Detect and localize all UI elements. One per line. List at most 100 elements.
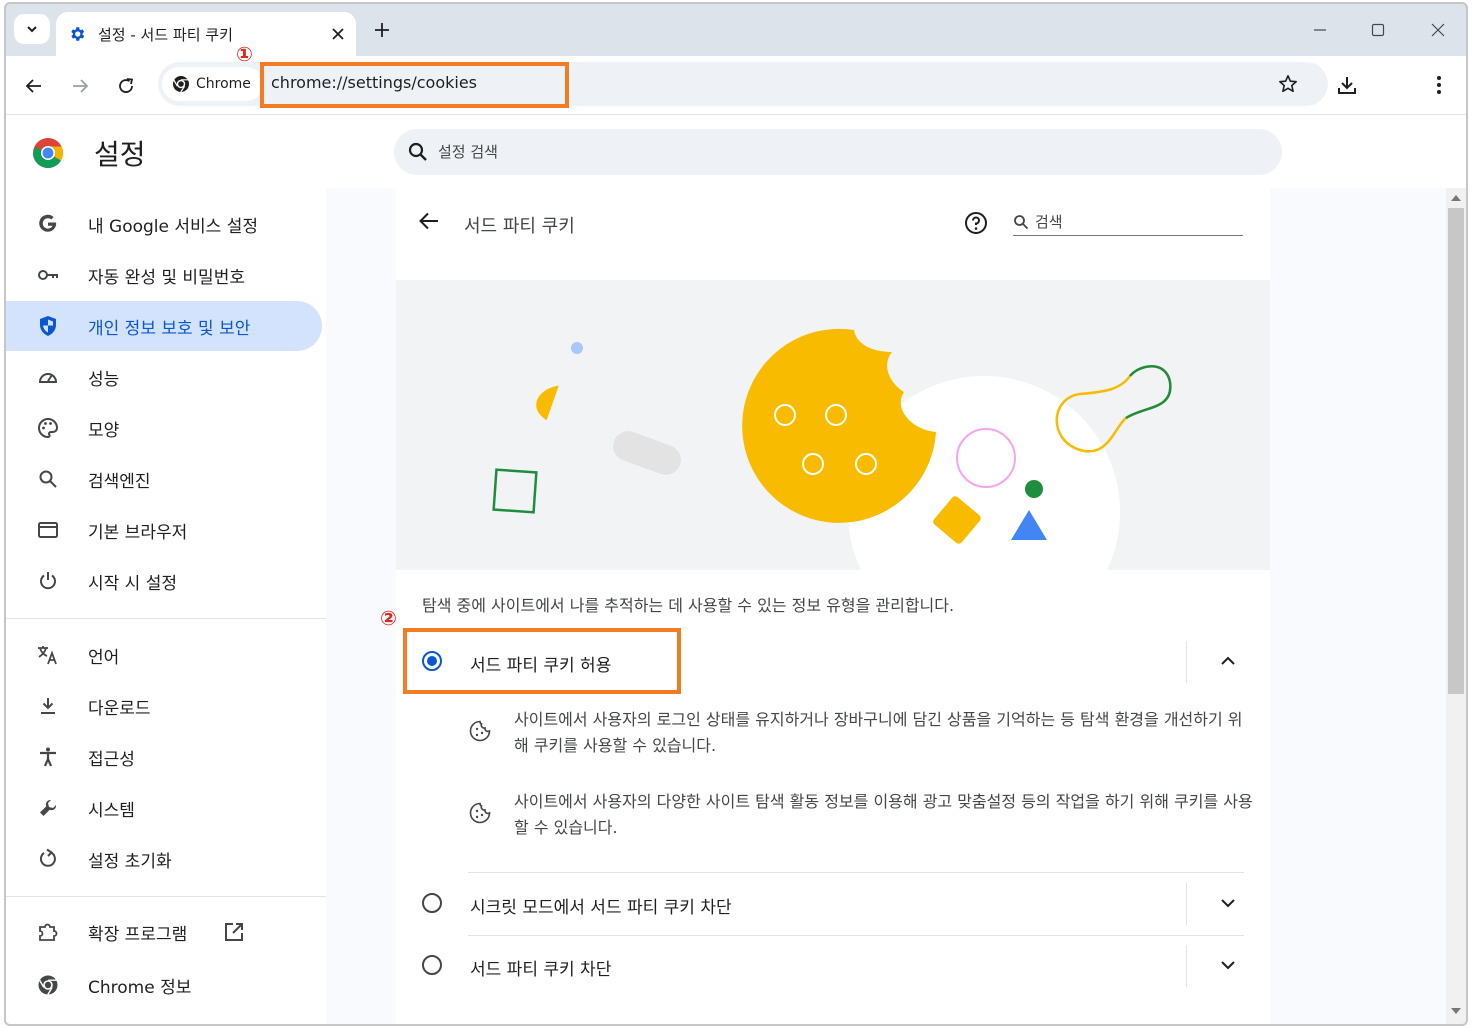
- detail-text: 사이트에서 사용자의 로그인 상태를 유지하거나 장바구니에 담긴 상품을 기억…: [514, 710, 1243, 755]
- sidebar-item-label: 시작 시 설정: [88, 573, 178, 594]
- sidebar-item-label: 내 Google 서비스 설정: [88, 216, 258, 237]
- scroll-up-arrow[interactable]: [1451, 195, 1461, 201]
- subpage-search-field[interactable]: 검색: [1013, 208, 1243, 236]
- star-icon: [1279, 75, 1297, 93]
- minimize-icon: [1314, 29, 1326, 31]
- sidebar-item-label: 성능: [88, 369, 120, 390]
- back-button[interactable]: [18, 70, 50, 102]
- chevron-down-icon[interactable]: [1218, 955, 1238, 975]
- close-icon[interactable]: [332, 28, 344, 40]
- option-label: 서드 파티 쿠키 차단: [470, 960, 612, 980]
- sidebar-item-reset[interactable]: 설정 초기화: [6, 834, 322, 884]
- forward-button[interactable]: [64, 70, 96, 102]
- sidebar-item-appearance[interactable]: 모양: [6, 403, 322, 453]
- chevron-down-icon[interactable]: [1218, 893, 1238, 913]
- page-scrollbar[interactable]: [1446, 188, 1466, 1024]
- settings-search-bar[interactable]: [394, 129, 1282, 175]
- search-icon: [408, 142, 427, 161]
- cookie-icon: [469, 720, 491, 742]
- url-highlight-box: [260, 62, 569, 108]
- card-header: 서드 파티 쿠키 검색: [396, 188, 1270, 258]
- option-block-in-incognito[interactable]: 시크릿 모드에서 서드 파티 쿠키 차단: [396, 873, 1270, 935]
- option-block-third-party-cookies[interactable]: 서드 파티 쿠키 차단: [396, 935, 1270, 997]
- bookmark-button[interactable]: [1272, 68, 1304, 100]
- sidebar: 내 Google 서비스 설정 자동 완성 및 비밀번호 개인 정보 보호 및 …: [6, 188, 326, 1024]
- download-icon: [1338, 77, 1356, 94]
- sidebar-item-autofill[interactable]: 자동 완성 및 비밀번호: [6, 250, 322, 300]
- chrome-logo-icon: [173, 76, 189, 93]
- sidebar-item-label: Chrome 정보: [88, 977, 192, 998]
- cookies-illustration: [396, 280, 1270, 570]
- minimize-button[interactable]: [1294, 12, 1346, 48]
- new-tab-button[interactable]: [366, 14, 398, 46]
- subpage-search-placeholder: 검색: [1035, 213, 1063, 231]
- help-icon[interactable]: [964, 211, 988, 235]
- sidebar-item-default-browser[interactable]: 기본 브라우저: [6, 505, 322, 555]
- option-separator: [1186, 883, 1187, 925]
- settings-search-input[interactable]: [438, 143, 1138, 161]
- sidebar-divider: [6, 618, 326, 619]
- sidebar-item-languages[interactable]: 언어: [6, 630, 322, 680]
- detail-text: 사이트에서 사용자의 다양한 사이트 탐색 활동 정보를 이용해 광고 맞춤설정…: [514, 792, 1253, 837]
- option-label: 시크릿 모드에서 서드 파티 쿠키 차단: [470, 898, 732, 918]
- sidebar-item-on-startup[interactable]: 시작 시 설정: [6, 556, 322, 606]
- back-arrow-icon[interactable]: [418, 210, 440, 232]
- browser-window-icon: [34, 516, 62, 544]
- tab-settings-cookies[interactable]: 설정 - 서드 파티 쿠키: [56, 12, 356, 56]
- menu-button[interactable]: [1422, 68, 1456, 102]
- chevron-up-icon[interactable]: [1218, 651, 1238, 671]
- close-window-button[interactable]: [1412, 12, 1464, 48]
- open-external-icon: [225, 923, 243, 941]
- radio-block-third-party-cookies[interactable]: [422, 955, 442, 975]
- reload-button[interactable]: [110, 70, 142, 102]
- puzzle-icon: [34, 918, 62, 946]
- more-vert-icon: [1437, 76, 1441, 94]
- chip-label: Chrome: [196, 76, 251, 92]
- settings-header: 설정: [6, 114, 1466, 188]
- sidebar-item-performance[interactable]: 성능: [6, 352, 322, 402]
- search-icon: [34, 465, 62, 493]
- tab-title: 설정 - 서드 파티 쿠키: [98, 25, 233, 44]
- scroll-thumb[interactable]: [1448, 208, 1464, 694]
- sidebar-item-accessibility[interactable]: 접근성: [6, 732, 322, 782]
- maximize-button[interactable]: [1352, 12, 1404, 48]
- sidebar-item-about-chrome[interactable]: Chrome 정보: [6, 960, 322, 1010]
- speedometer-icon: [34, 363, 62, 391]
- downloads-button[interactable]: [1330, 68, 1364, 102]
- sidebar-item-extensions[interactable]: 확장 프로그램: [6, 907, 322, 957]
- arrow-right-icon: [73, 79, 89, 93]
- sidebar-item-privacy[interactable]: 개인 정보 보호 및 보안: [6, 301, 322, 351]
- sidebar-item-system[interactable]: 시스템: [6, 783, 322, 833]
- chevron-down-icon: [27, 26, 37, 33]
- sidebar-item-label: 확장 프로그램: [88, 924, 188, 945]
- shield-icon: [34, 312, 62, 340]
- key-icon: [34, 261, 62, 289]
- sidebar-item-label: 접근성: [88, 749, 135, 770]
- option-highlight-box: [403, 628, 681, 694]
- sidebar-item-search-engine[interactable]: 검색엔진: [6, 454, 322, 504]
- sidebar-item-label: 검색엔진: [88, 471, 151, 492]
- tab-strip: 설정 - 서드 파티 쿠키: [6, 4, 1466, 56]
- page-description: 탐색 중에 사이트에서 나를 추적하는 데 사용할 수 있는 정보 유형을 관리…: [422, 596, 955, 615]
- site-info-chip[interactable]: Chrome: [162, 67, 263, 101]
- maximize-icon: [1371, 23, 1385, 37]
- gear-icon: [71, 27, 85, 41]
- annotation-marker-2: ②: [380, 606, 397, 630]
- tab-search-button[interactable]: [14, 14, 50, 44]
- option-separator: [1186, 641, 1187, 683]
- sidebar-item-downloads[interactable]: 다운로드: [6, 681, 322, 731]
- sidebar-item-label: 자동 완성 및 비밀번호: [88, 267, 245, 288]
- cookie-illustration-image: [492, 328, 1172, 570]
- reset-icon: [34, 845, 62, 873]
- scroll-down-arrow[interactable]: [1451, 1008, 1461, 1014]
- accessibility-icon: [34, 743, 62, 771]
- sidebar-item-label: 설정 초기화: [88, 851, 172, 872]
- radio-block-in-incognito[interactable]: [422, 893, 442, 913]
- subpage-title: 서드 파티 쿠키: [464, 216, 575, 237]
- browser-toolbar: Chrome chrome://settings/cookies: [6, 56, 1466, 114]
- google-g-icon: [34, 210, 62, 238]
- reload-icon: [119, 78, 134, 93]
- plus-icon: [375, 23, 389, 37]
- sidebar-divider: [6, 896, 326, 897]
- sidebar-item-google-services[interactable]: 내 Google 서비스 설정: [6, 199, 322, 249]
